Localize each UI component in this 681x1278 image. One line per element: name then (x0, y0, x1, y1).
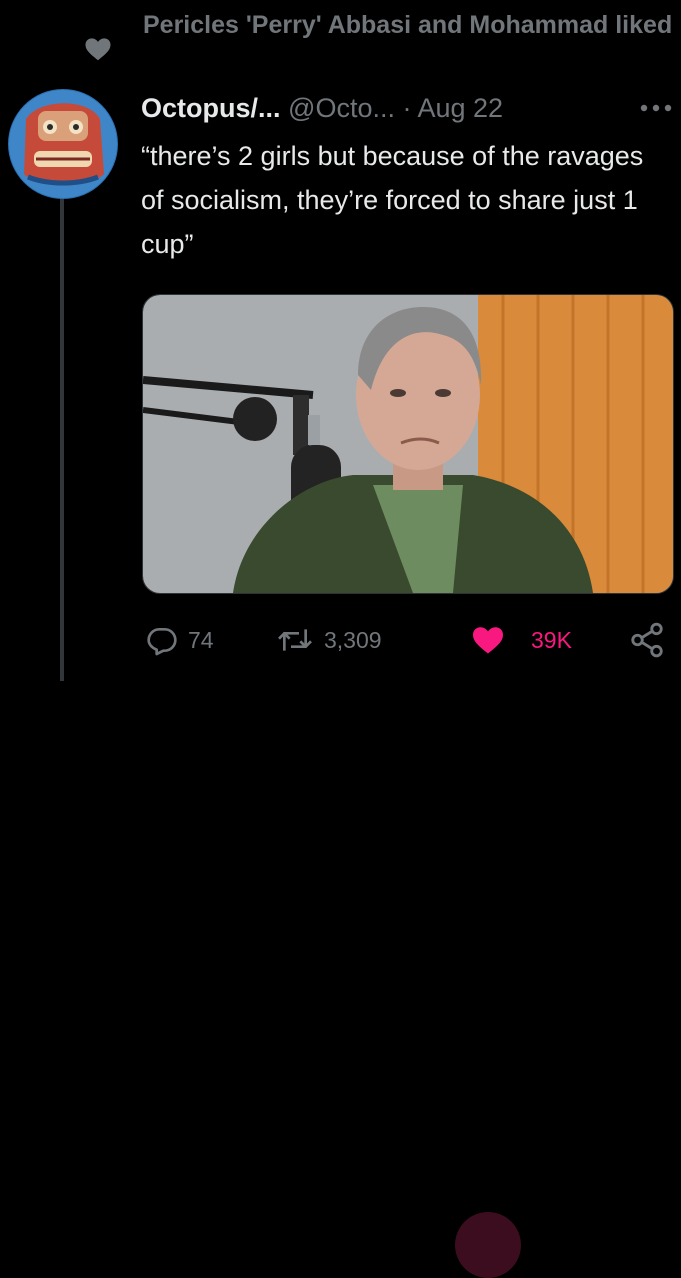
more-horizontal-icon[interactable] (636, 96, 676, 120)
tweet-actions: 74 3,309 39K (0, 610, 681, 1278)
retweet-button[interactable]: 3,309 (276, 610, 382, 670)
video-thumbnail (143, 295, 673, 593)
tweet-media[interactable] (142, 294, 674, 594)
share-icon (631, 622, 663, 658)
tweet-text: “there’s 2 girls but because of the rava… (141, 141, 644, 259)
like-button[interactable]: 39K (455, 610, 572, 670)
reply-icon (147, 628, 177, 656)
author-handle[interactable]: @Octo... (288, 93, 395, 123)
tweet-header: Octopus/... @Octo... · Aug 22 (141, 88, 503, 128)
retweet-icon (278, 629, 312, 651)
like-count: 39K (531, 626, 572, 653)
header-separator: · (402, 93, 412, 123)
social-context: Pericles 'Perry' Abbasi and Mohammad lik… (78, 8, 678, 78)
thread-line (60, 196, 64, 681)
like-highlight (455, 1212, 521, 1278)
reply-button[interactable]: 74 (146, 610, 214, 670)
share-button[interactable] (628, 610, 666, 670)
heart-filled-icon (473, 627, 503, 654)
social-context-text: Pericles 'Perry' Abbasi and Mohammad lik… (143, 11, 673, 39)
tweet-date[interactable]: Aug 22 (418, 93, 504, 123)
reply-count: 74 (188, 626, 214, 653)
avatar-image (8, 89, 118, 199)
avatar[interactable] (8, 89, 118, 199)
heart-icon (85, 38, 111, 61)
author-name[interactable]: Octopus/... (141, 93, 281, 123)
retweet-count: 3,309 (324, 626, 382, 653)
